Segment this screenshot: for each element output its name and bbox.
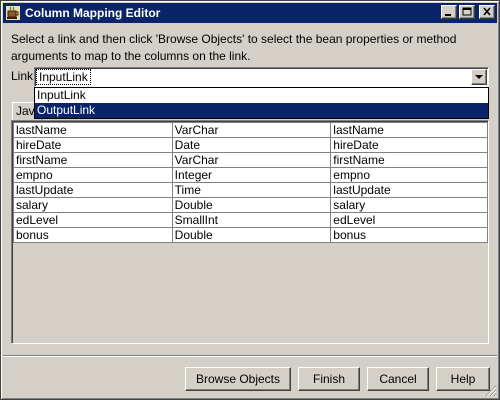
chevron-down-icon[interactable] bbox=[471, 69, 487, 85]
column-mapping-editor-window: Column Mapping Editor Select a link and … bbox=[0, 0, 500, 400]
title-bar[interactable]: Column Mapping Editor bbox=[3, 3, 497, 23]
close-button[interactable] bbox=[479, 5, 495, 19]
sql-type-cell[interactable]: VarChar bbox=[171, 152, 332, 168]
mapping-table: lastName VarChar lastName hireDate Date hireD… bbox=[13, 122, 488, 243]
table-row[interactable]: empno Integer empno bbox=[13, 167, 488, 183]
table-row[interactable]: salary Double salary bbox=[13, 197, 488, 213]
minimize-icon bbox=[445, 14, 451, 16]
sql-type-cell[interactable]: SmallInt bbox=[171, 212, 332, 228]
bean-property-cell[interactable]: bonus bbox=[330, 227, 488, 243]
separator bbox=[3, 355, 497, 357]
sql-type-cell[interactable]: Date bbox=[171, 137, 332, 153]
link-combobox-value: InputLink bbox=[36, 69, 91, 85]
window-title: Column Mapping Editor bbox=[25, 6, 161, 20]
bean-property-cell[interactable]: lastUpdate bbox=[330, 182, 488, 198]
dropdown-option-outputlink[interactable]: OutputLink bbox=[35, 103, 488, 118]
table-row[interactable]: lastUpdate Time lastUpdate bbox=[13, 182, 488, 198]
table-row[interactable]: bonus Double bonus bbox=[13, 227, 488, 243]
resize-grip-icon[interactable] bbox=[485, 385, 497, 397]
column-name-cell[interactable]: edLevel bbox=[13, 212, 173, 228]
mapping-table-area: lastName VarChar lastName hireDate Date hireD… bbox=[11, 120, 489, 344]
bean-property-cell[interactable]: edLevel bbox=[330, 212, 488, 228]
column-name-cell[interactable]: lastUpdate bbox=[13, 182, 173, 198]
help-button[interactable]: Help bbox=[436, 367, 490, 391]
column-name-cell[interactable]: lastName bbox=[13, 122, 173, 138]
sql-type-cell[interactable]: Integer bbox=[171, 167, 332, 183]
finish-button[interactable]: Finish bbox=[298, 367, 360, 391]
instructions-text: Select a link and then click 'Browse Obj… bbox=[11, 32, 457, 63]
table-row[interactable]: edLevel SmallInt edLevel bbox=[13, 212, 488, 228]
sql-type-cell[interactable]: VarChar bbox=[171, 122, 332, 138]
sql-type-cell[interactable]: Time bbox=[171, 182, 332, 198]
column-name-cell[interactable]: bonus bbox=[13, 227, 173, 243]
link-label: Link: bbox=[11, 69, 37, 83]
table-row[interactable]: hireDate Date hireDate bbox=[13, 137, 488, 153]
column-name-cell[interactable]: hireDate bbox=[13, 137, 173, 153]
sql-type-cell[interactable]: Double bbox=[171, 227, 332, 243]
table-row[interactable]: lastName VarChar lastName bbox=[13, 122, 488, 138]
maximize-icon bbox=[462, 7, 472, 16]
column-name-cell[interactable]: firstName bbox=[13, 152, 173, 168]
bean-property-cell[interactable]: salary bbox=[330, 197, 488, 213]
column-name-cell[interactable]: empno bbox=[13, 167, 173, 183]
sql-type-cell[interactable]: Double bbox=[171, 197, 332, 213]
bean-property-cell[interactable]: empno bbox=[330, 167, 488, 183]
bean-property-cell[interactable]: firstName bbox=[330, 152, 488, 168]
bean-property-cell[interactable]: hireDate bbox=[330, 137, 488, 153]
dropdown-option-inputlink[interactable]: InputLink bbox=[35, 88, 488, 103]
coffee-cup-icon bbox=[6, 6, 20, 20]
minimize-button[interactable] bbox=[441, 5, 457, 19]
browse-objects-button[interactable]: Browse Objects bbox=[185, 367, 291, 391]
maximize-button[interactable] bbox=[459, 5, 475, 19]
table-row[interactable]: firstName VarChar firstName bbox=[13, 152, 488, 168]
column-name-cell[interactable]: salary bbox=[13, 197, 173, 213]
bean-property-cell[interactable]: lastName bbox=[330, 122, 488, 138]
cancel-button[interactable]: Cancel bbox=[367, 367, 429, 391]
close-icon bbox=[483, 7, 491, 16]
link-combobox[interactable]: InputLink bbox=[34, 67, 489, 87]
link-dropdown-list: InputLink OutputLink bbox=[34, 87, 489, 119]
